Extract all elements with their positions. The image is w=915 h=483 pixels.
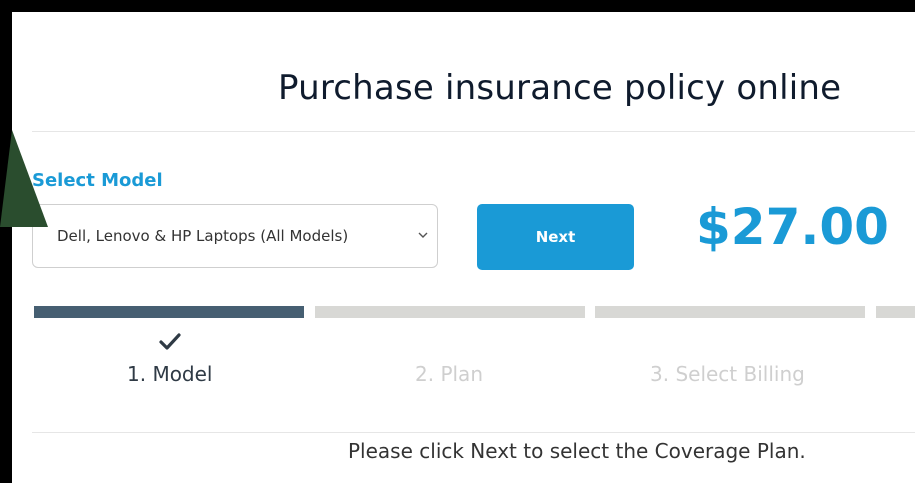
page-frame: Purchase insurance policy online Select … xyxy=(12,12,915,483)
page-title: Purchase insurance policy online xyxy=(278,68,842,108)
model-select[interactable]: Dell, Lenovo & HP Laptops (All Models) xyxy=(32,204,438,268)
progress-segment-billing xyxy=(595,306,865,318)
next-button[interactable]: Next xyxy=(477,204,634,270)
coverage-plan-note: Please click Next to select the Coverage… xyxy=(348,439,806,463)
progress-segment-plan xyxy=(315,306,585,318)
step-plan[interactable]: 2. Plan xyxy=(415,362,483,386)
progress-segment-model xyxy=(34,306,304,318)
divider xyxy=(32,432,915,433)
model-select-value: Dell, Lenovo & HP Laptops (All Models) xyxy=(57,227,349,245)
progress-segment-next xyxy=(876,306,915,318)
step-select-billing[interactable]: 3. Select Billing xyxy=(650,362,805,386)
divider xyxy=(32,131,915,132)
check-icon xyxy=(159,333,181,350)
arrow-annotation xyxy=(0,130,48,227)
step-model[interactable]: 1. Model xyxy=(127,362,213,386)
chevron-down-icon xyxy=(418,232,428,238)
price-amount: $27.00 xyxy=(696,198,889,256)
